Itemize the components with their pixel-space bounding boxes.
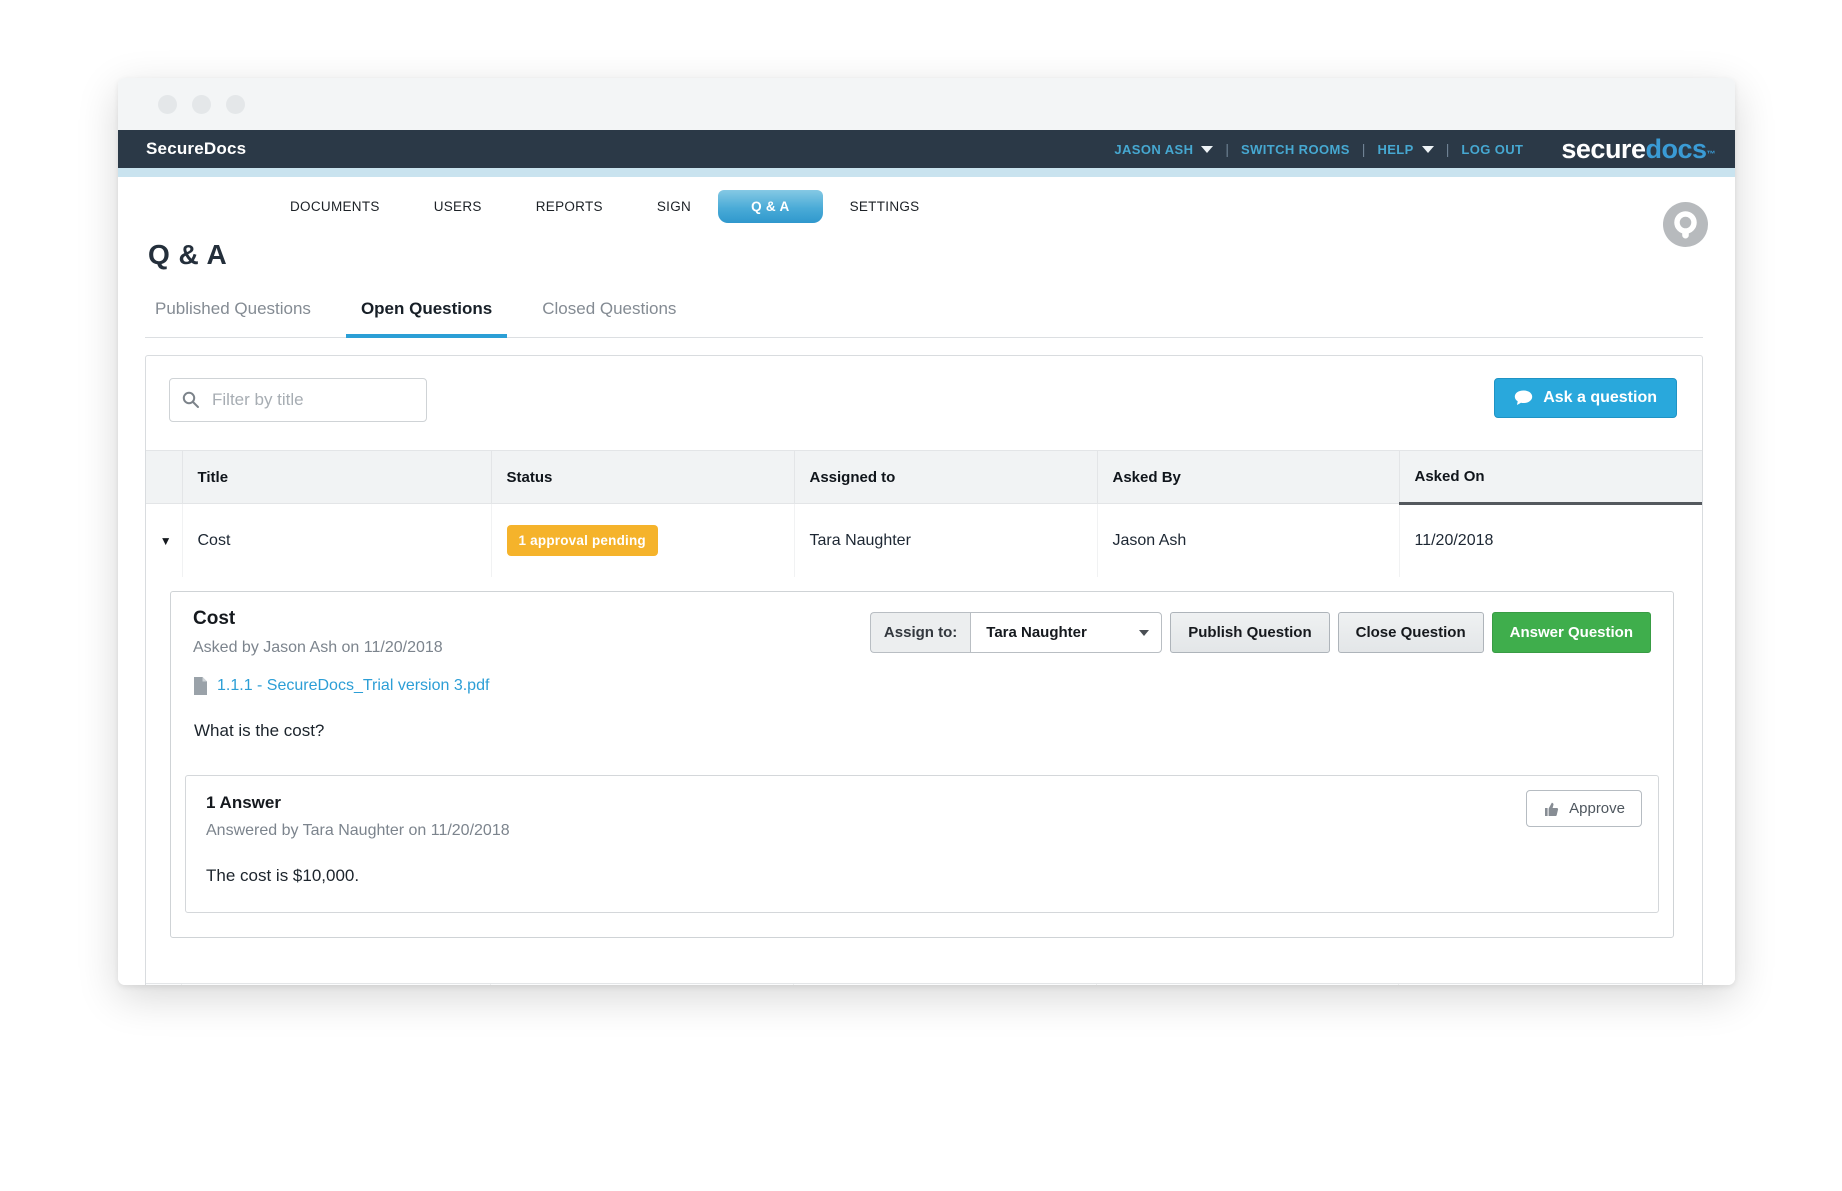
collapse-row-icon[interactable]: ▼ bbox=[160, 534, 172, 548]
table-cell-empty bbox=[794, 984, 1097, 985]
question-body: What is the cost? bbox=[194, 721, 1651, 741]
qa-sub-tabs: Published Questions Open Questions Close… bbox=[145, 299, 1703, 338]
assign-to-group: Assign to: Tara Naughter bbox=[870, 612, 1162, 653]
logo-docs-text: docs bbox=[1645, 136, 1706, 163]
table-cell-empty bbox=[182, 984, 491, 985]
chevron-down-icon bbox=[1422, 146, 1434, 153]
chevron-down-icon bbox=[1139, 630, 1149, 636]
window-control-dot[interactable] bbox=[158, 95, 177, 114]
expand-column-header bbox=[146, 451, 182, 504]
help-menu-label: HELP bbox=[1377, 142, 1413, 157]
table-header-row: Title Status Assigned to Asked By Asked … bbox=[146, 451, 1702, 504]
attachment-row: 1.1.1 - SecureDocs_Trial version 3.pdf bbox=[193, 677, 489, 695]
thumbs-up-icon bbox=[1543, 800, 1560, 817]
help-avatar-icon[interactable] bbox=[1663, 202, 1708, 247]
securedocs-logo: securedocs™ bbox=[1561, 136, 1715, 163]
document-icon bbox=[193, 677, 208, 695]
tab-sign[interactable]: SIGN bbox=[630, 190, 718, 223]
browser-titlebar bbox=[118, 78, 1735, 130]
tab-reports[interactable]: REPORTS bbox=[509, 190, 630, 223]
top-navbar: SecureDocs JASON ASH | SWITCH ROOMS | HE… bbox=[118, 130, 1735, 168]
table-row[interactable]: ▼ Cost 1 approval pending Tara Naughter … bbox=[146, 504, 1702, 578]
user-menu-label: JASON ASH bbox=[1114, 142, 1193, 157]
column-header-asked-on[interactable]: Asked On bbox=[1399, 451, 1702, 504]
approve-button[interactable]: Approve bbox=[1526, 790, 1642, 827]
table-cell-empty bbox=[491, 984, 794, 985]
speech-bubble-icon bbox=[1514, 390, 1533, 407]
next-table-row-clipped bbox=[146, 983, 1702, 985]
nav-separator: | bbox=[1446, 141, 1450, 157]
user-menu[interactable]: JASON ASH bbox=[1114, 142, 1213, 157]
nav-separator: | bbox=[1225, 141, 1229, 157]
question-title: Cost bbox=[193, 608, 489, 630]
brand-text[interactable]: SecureDocs bbox=[146, 139, 246, 159]
assign-to-label: Assign to: bbox=[870, 612, 970, 653]
search-icon bbox=[182, 391, 200, 409]
publish-question-button[interactable]: Publish Question bbox=[1170, 612, 1329, 653]
table-cell-empty bbox=[1399, 984, 1702, 985]
answer-byline: Answered by Tara Naughter on 11/20/2018 bbox=[206, 822, 1638, 840]
column-header-asked-by[interactable]: Asked By bbox=[1097, 451, 1399, 504]
column-header-status[interactable]: Status bbox=[491, 451, 794, 504]
questions-table: Title Status Assigned to Asked By Asked … bbox=[146, 450, 1702, 577]
window-control-dot[interactable] bbox=[226, 95, 245, 114]
accent-strip bbox=[118, 168, 1735, 177]
cell-title: Cost bbox=[182, 504, 491, 578]
column-header-assigned-to[interactable]: Assigned to bbox=[794, 451, 1097, 504]
page-title: Q & A bbox=[148, 239, 1703, 271]
logo-secure-text: secure bbox=[1561, 136, 1645, 163]
help-menu[interactable]: HELP bbox=[1377, 142, 1433, 157]
close-question-button[interactable]: Close Question bbox=[1338, 612, 1484, 653]
question-detail-card: Cost Asked by Jason Ash on 11/20/2018 1.… bbox=[170, 591, 1674, 938]
chevron-down-icon bbox=[1201, 146, 1213, 153]
attachment-link[interactable]: 1.1.1 - SecureDocs_Trial version 3.pdf bbox=[217, 677, 489, 695]
main-content: DOCUMENTS USERS REPORTS SIGN Q & A SETTI… bbox=[118, 177, 1735, 985]
table-cell-empty bbox=[1097, 984, 1399, 985]
assign-to-value: Tara Naughter bbox=[986, 624, 1087, 641]
cell-asked-by: Jason Ash bbox=[1097, 504, 1399, 578]
questions-panel: Ask a question Title Status Assigned to … bbox=[145, 355, 1703, 985]
ask-a-question-label: Ask a question bbox=[1543, 389, 1657, 407]
logo-trademark: ™ bbox=[1707, 150, 1716, 159]
tab-documents[interactable]: DOCUMENTS bbox=[263, 190, 407, 223]
assign-to-select[interactable]: Tara Naughter bbox=[970, 612, 1162, 653]
navbar-right: JASON ASH | SWITCH ROOMS | HELP | LOG OU… bbox=[1114, 136, 1715, 163]
column-header-title[interactable]: Title bbox=[182, 451, 491, 504]
subtab-closed-questions[interactable]: Closed Questions bbox=[527, 299, 691, 338]
questions-toolbar: Ask a question bbox=[146, 356, 1702, 450]
answer-count: 1 Answer bbox=[206, 793, 1638, 813]
cell-asked-on: 11/20/2018 bbox=[1399, 504, 1702, 578]
ask-a-question-button[interactable]: Ask a question bbox=[1494, 378, 1677, 418]
subtab-open-questions[interactable]: Open Questions bbox=[346, 299, 507, 338]
nav-separator: | bbox=[1362, 141, 1366, 157]
tab-settings[interactable]: SETTINGS bbox=[823, 190, 947, 223]
primary-nav-tabs: DOCUMENTS USERS REPORTS SIGN Q & A SETTI… bbox=[263, 190, 1703, 222]
tab-qa[interactable]: Q & A bbox=[718, 190, 823, 223]
filter-box bbox=[169, 378, 427, 422]
filter-by-title-input[interactable] bbox=[169, 378, 427, 422]
question-meta: Cost Asked by Jason Ash on 11/20/2018 1.… bbox=[193, 608, 489, 695]
table-cell-empty bbox=[146, 984, 182, 985]
question-byline: Asked by Jason Ash on 11/20/2018 bbox=[193, 639, 489, 657]
answer-question-button[interactable]: Answer Question bbox=[1492, 612, 1651, 653]
log-out-link[interactable]: LOG OUT bbox=[1461, 142, 1523, 157]
switch-rooms-link[interactable]: SWITCH ROOMS bbox=[1241, 142, 1350, 157]
status-badge: 1 approval pending bbox=[507, 525, 658, 556]
window-control-dot[interactable] bbox=[192, 95, 211, 114]
subtab-published-questions[interactable]: Published Questions bbox=[145, 299, 326, 338]
app-window: SecureDocs JASON ASH | SWITCH ROOMS | HE… bbox=[118, 78, 1735, 985]
cell-assigned-to: Tara Naughter bbox=[794, 504, 1097, 578]
question-detail-header: Cost Asked by Jason Ash on 11/20/2018 1.… bbox=[193, 608, 1651, 695]
answer-body: The cost is $10,000. bbox=[206, 866, 1638, 886]
question-actions: Assign to: Tara Naughter Publish Questio… bbox=[870, 612, 1651, 653]
approve-label: Approve bbox=[1569, 800, 1625, 817]
tab-users[interactable]: USERS bbox=[407, 190, 509, 223]
answer-panel: 1 Answer Answered by Tara Naughter on 11… bbox=[185, 775, 1659, 913]
